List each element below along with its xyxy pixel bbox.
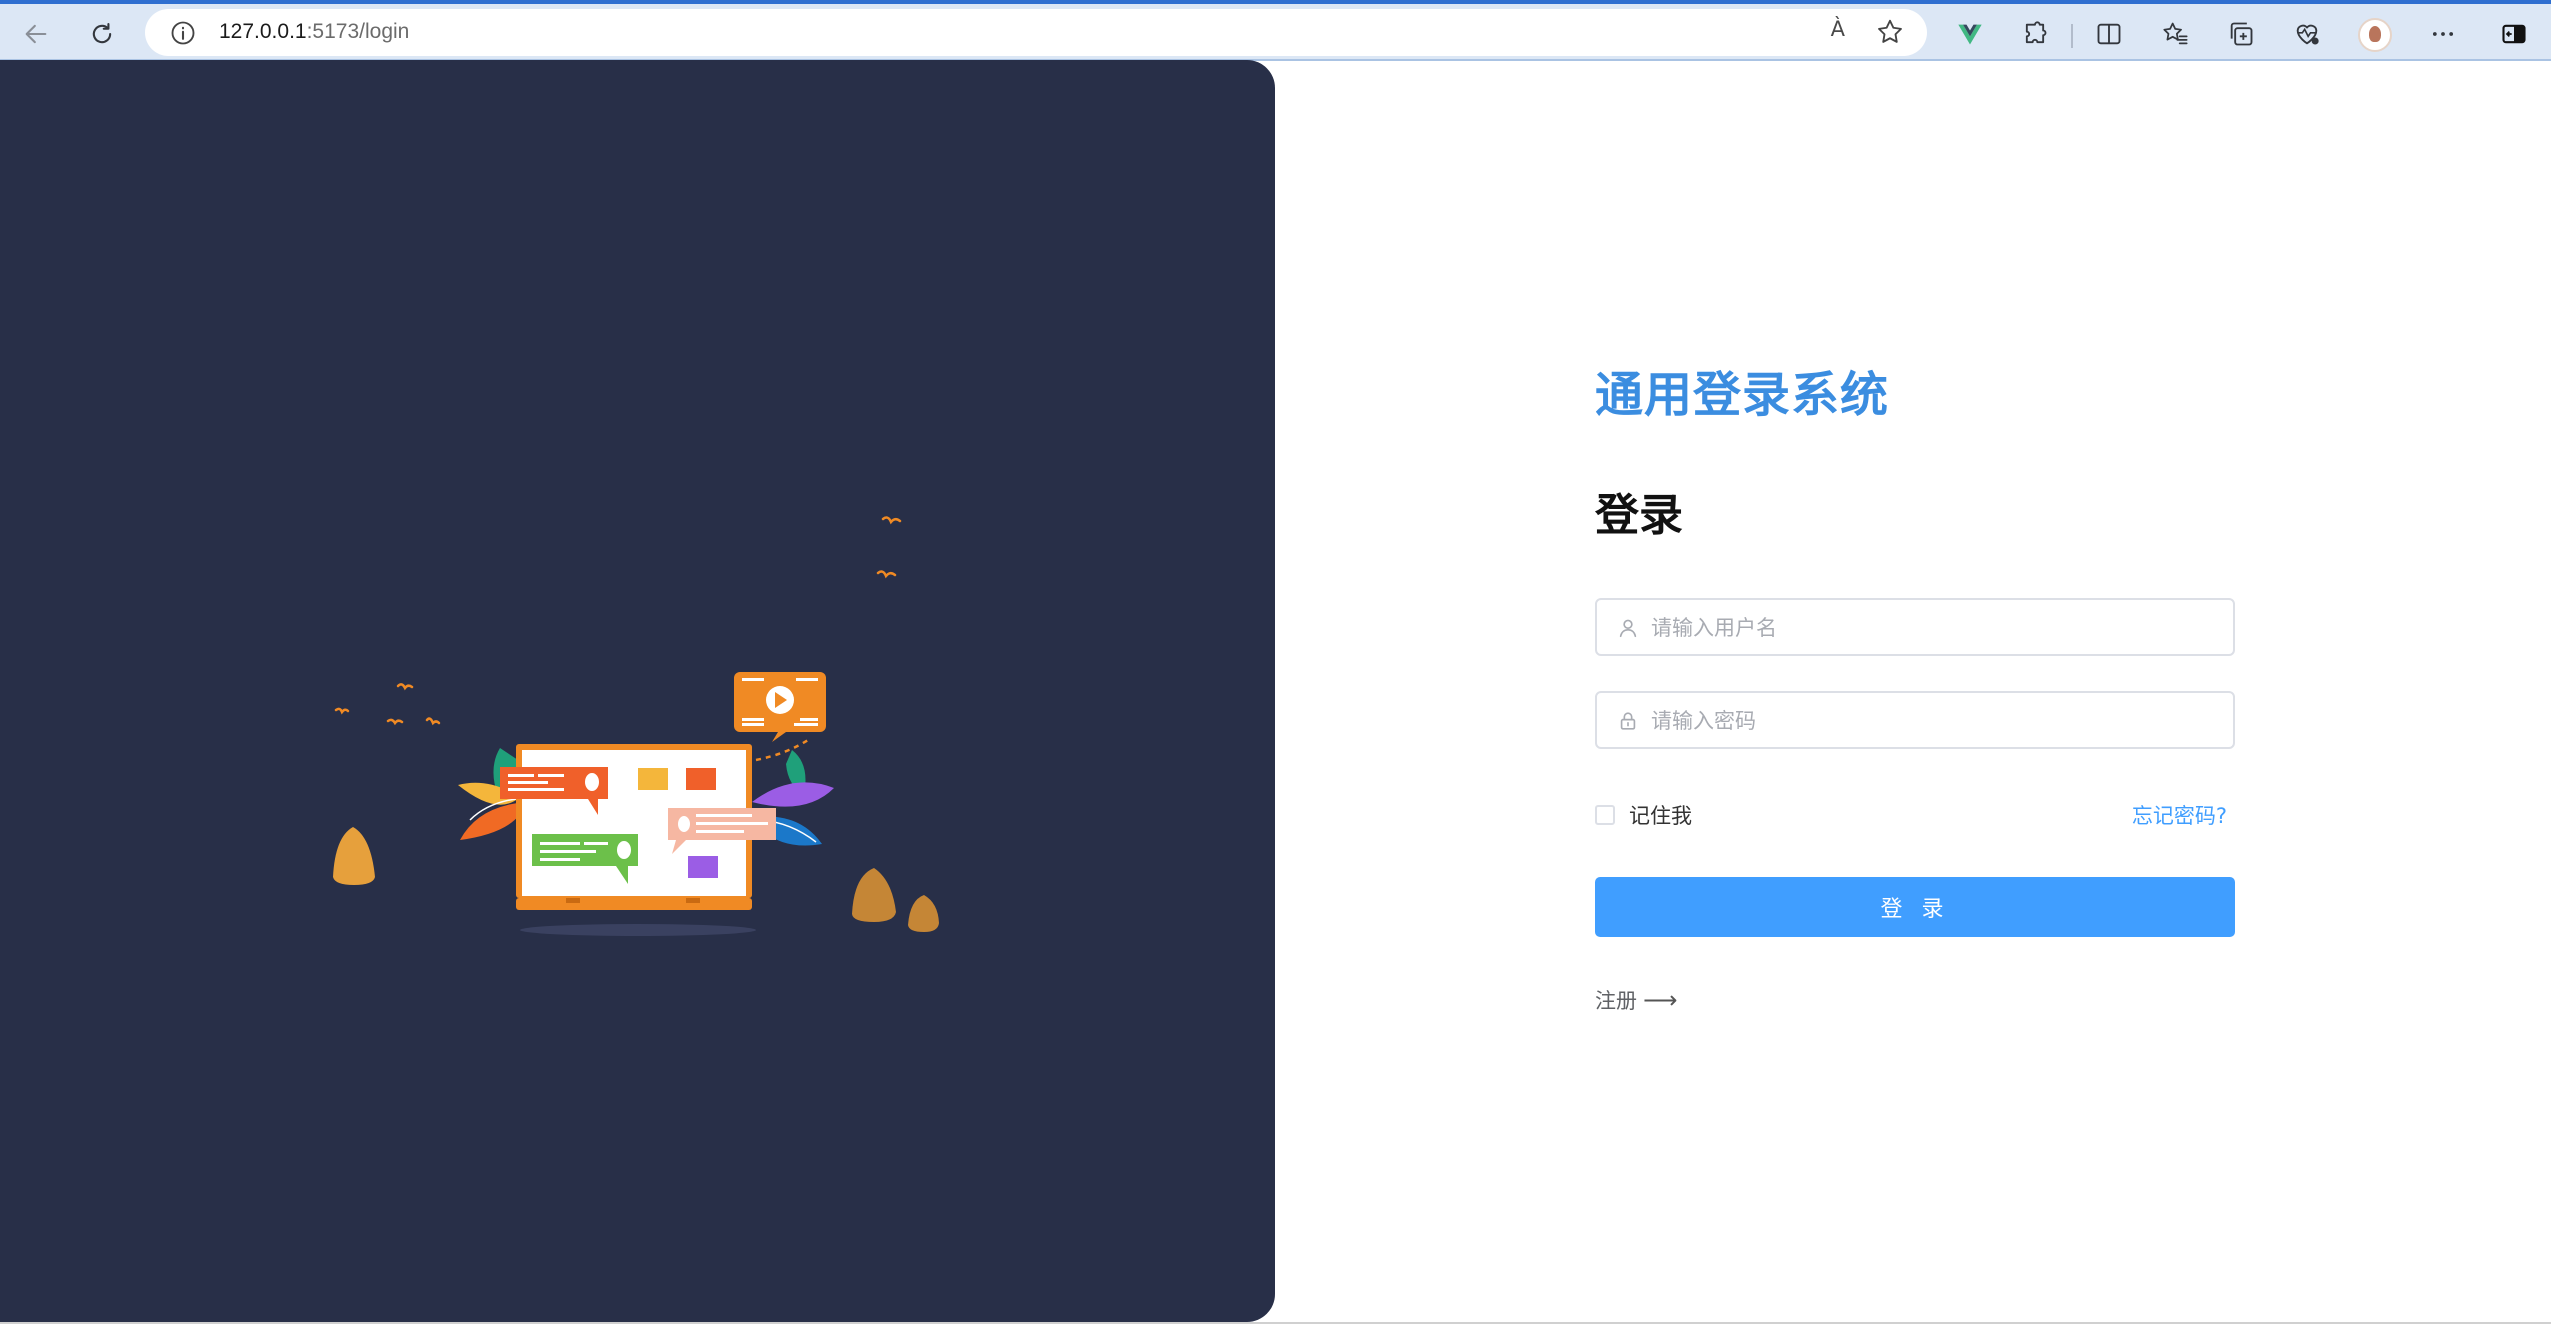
image-tile-purple <box>688 856 718 878</box>
vue-devtools-button[interactable] <box>1950 14 1990 54</box>
username-field[interactable] <box>1595 598 2235 656</box>
split-screen-button[interactable] <box>2089 14 2129 54</box>
url-text[interactable]: 127.0.0.1:5173/login <box>219 20 409 44</box>
profile-avatar[interactable] <box>2358 18 2392 52</box>
url-path: :5173/login <box>306 20 410 43</box>
forgot-password-link[interactable]: 忘记密码? <box>2132 800 2227 830</box>
browser-toolbar: 127.0.0.1:5173/login À <box>0 4 2551 61</box>
heart-pulse-icon <box>2296 24 2319 45</box>
online-chat-illustration <box>333 516 939 936</box>
video-bubble <box>734 672 826 742</box>
collections-button[interactable] <box>2221 14 2261 54</box>
vue-logo-icon <box>1958 24 1982 45</box>
toolbar-divider <box>2071 24 2073 48</box>
register-label[interactable]: 注册 <box>1595 985 1637 1015</box>
leaf-icon <box>752 782 834 807</box>
split-screen-icon <box>2097 23 2121 45</box>
password-input[interactable] <box>1649 699 2223 743</box>
collections-icon <box>2230 22 2253 46</box>
refresh-button[interactable] <box>82 14 122 54</box>
rock-right-large <box>852 868 896 922</box>
register-link[interactable]: 注册 ⟶ <box>1595 985 1677 1015</box>
arrow-left-icon <box>25 24 47 44</box>
extensions-button[interactable] <box>2015 14 2055 54</box>
image-tile-red <box>686 768 716 790</box>
illustration-panel <box>0 60 1275 1322</box>
laptop-shadow <box>520 924 756 936</box>
rock-left <box>333 827 375 885</box>
dashed-connector <box>755 738 809 762</box>
laptop-base <box>516 898 752 910</box>
puzzle-icon <box>2025 21 2047 44</box>
sidebar-toggle-button[interactable] <box>2494 14 2534 54</box>
rock-right-small <box>908 895 939 932</box>
lock-icon <box>1620 712 1636 730</box>
more-menu-button[interactable] <box>2423 14 2463 54</box>
refresh-icon <box>92 23 112 44</box>
browser-essentials-button[interactable] <box>2287 14 2327 54</box>
address-bar[interactable]: 127.0.0.1:5173/login À <box>145 9 1927 56</box>
info-icon[interactable] <box>169 19 197 47</box>
url-host: 127.0.0.1 <box>219 20 307 43</box>
system-title: 通用登录系统 <box>1595 367 1890 423</box>
image-tile-yellow <box>638 768 668 790</box>
sidebar-icon <box>2502 24 2526 44</box>
star-icon[interactable] <box>1875 17 1905 47</box>
arrow-right-icon: ⟶ <box>1643 986 1678 1014</box>
remember-checkbox[interactable] <box>1595 805 1615 825</box>
login-button[interactable]: 登 录 <box>1595 877 2235 937</box>
favorites-button[interactable] <box>2155 14 2195 54</box>
remember-label[interactable]: 记住我 <box>1629 800 1692 830</box>
user-icon <box>1619 619 1637 638</box>
back-button[interactable] <box>16 14 56 54</box>
login-heading: 登录 <box>1595 490 1683 541</box>
read-aloud-icon[interactable]: À <box>1831 17 1845 41</box>
username-input[interactable] <box>1649 606 2223 650</box>
favorites-star-icon <box>2163 22 2188 45</box>
more-dots-icon <box>2432 32 2454 36</box>
password-field[interactable] <box>1595 691 2235 749</box>
remember-me[interactable]: 记住我 <box>1595 800 1692 830</box>
